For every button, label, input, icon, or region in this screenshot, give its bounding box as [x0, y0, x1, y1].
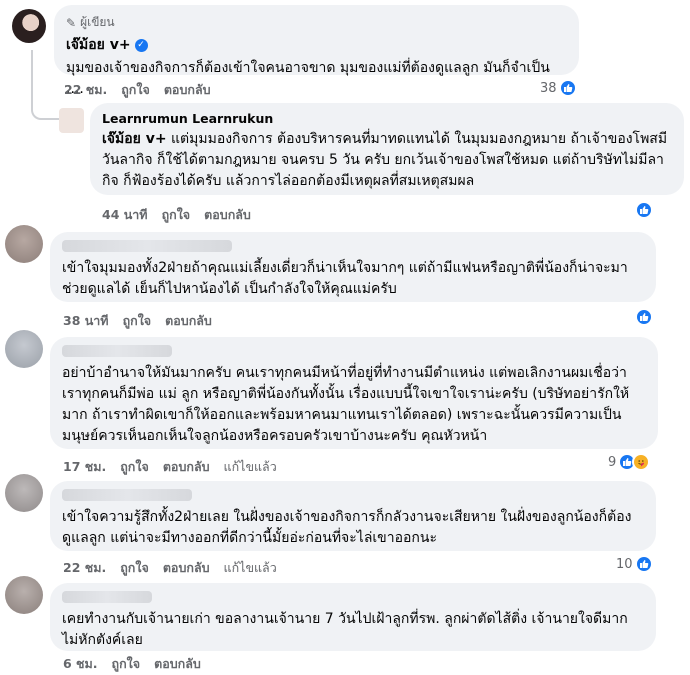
commenter-name-blurred — [62, 240, 232, 252]
reaction-summary[interactable] — [635, 201, 653, 219]
like-link[interactable]: ถูกใจ — [112, 654, 141, 674]
comment-actions: 38 นาที ถูกใจ ตอบกลับ — [63, 311, 212, 331]
thread-line — [31, 50, 59, 120]
reply-link[interactable]: ตอบกลับ — [164, 80, 211, 100]
commenter-name[interactable]: Learnrumun Learnrukun — [102, 111, 672, 126]
avatar[interactable] — [5, 225, 43, 263]
comment-text: เข้าใจมุมมองทั้ง2ฝ่ายถ้าคุณแม่เลี้ยงเดี่… — [62, 260, 628, 297]
avatar[interactable] — [5, 474, 43, 512]
like-link[interactable]: ถูกใจ — [123, 311, 152, 331]
verified-badge-icon: ✓ — [134, 38, 148, 52]
timestamp[interactable]: 22 ชม. — [64, 80, 107, 100]
comment-bubble: เข้าใจมุมมองทั้ง2ฝ่ายถ้าคุณแม่เลี้ยงเดี่… — [50, 232, 656, 302]
comment-actions: 22 ชม. ถูกใจ ตอบกลับ — [64, 80, 211, 100]
commenter-name-blurred — [62, 591, 152, 603]
comment-bubble: เคยทำงานกับเจ้านายเก่า ขอลางานเจ้านาย 7 … — [50, 583, 656, 651]
avatar[interactable] — [5, 330, 43, 368]
edited-label: แก้ไขแล้ว — [223, 459, 277, 474]
commenter-name-blurred — [62, 345, 172, 357]
care-reaction-icon — [632, 453, 651, 471]
comment-text: เข้าใจความรู้สึกทั้ง2ฝ่ายเลย ในฝั่งของเจ… — [62, 509, 632, 546]
comment-actions: 17 ชม. ถูกใจ ตอบกลับ แก้ไขแล้ว — [63, 457, 277, 477]
like-reaction-icon — [635, 308, 653, 326]
timestamp[interactable]: 6 ชม. — [63, 654, 98, 674]
comment-text: เคยทำงานกับเจ้านายเก่า ขอลางานเจ้านาย 7 … — [62, 611, 628, 648]
reaction-summary[interactable]: 9 — [608, 453, 651, 471]
reply-link[interactable]: ตอบกลับ — [204, 205, 251, 225]
commenter-name-blurred — [62, 489, 192, 501]
like-link[interactable]: ถูกใจ — [120, 558, 149, 578]
comment-bubble: อย่าบ้าอำนาจให้มันมากครับ คนเราทุกคนมีหน… — [50, 337, 658, 449]
mention-link[interactable]: เจ๊ม้อย v+ — [102, 131, 167, 147]
like-link[interactable]: ถูกใจ — [120, 457, 149, 477]
comment-text: เจ๊ม้อย v+ แต่มุมมองกิจการ ต้องบริหารคนท… — [102, 131, 668, 189]
avatar[interactable] — [59, 108, 84, 133]
pencil-icon: ✎ — [66, 15, 77, 30]
reply-link[interactable]: ตอบกลับ — [165, 311, 212, 331]
comment-bubble: เข้าใจความรู้สึกทั้ง2ฝ่ายเลย ในฝั่งของเจ… — [50, 481, 656, 551]
timestamp[interactable]: 22 ชม. — [63, 558, 106, 578]
avatar[interactable] — [5, 576, 43, 614]
timestamp[interactable]: 17 ชม. — [63, 457, 106, 477]
like-link[interactable]: ถูกใจ — [121, 80, 150, 100]
like-reaction-icon — [634, 555, 653, 573]
timestamp[interactable]: 38 นาที — [63, 311, 109, 331]
comment-bubble: Learnrumun Learnrukun เจ๊ม้อย v+ แต่มุมม… — [90, 103, 684, 195]
like-link[interactable]: ถูกใจ — [162, 205, 191, 225]
reply-link[interactable]: ตอบกลับ — [163, 457, 210, 477]
like-reaction-icon — [635, 201, 653, 219]
comment-text: อย่าบ้าอำนาจให้มันมากครับ คนเราทุกคนมีหน… — [62, 365, 630, 444]
reply-link[interactable]: ตอบกลับ — [154, 654, 201, 674]
commenter-name[interactable]: เจ๊ม้อย v+ — [66, 34, 131, 56]
comment-actions: 44 นาที ถูกใจ ตอบกลับ — [102, 205, 251, 225]
comment-actions: 22 ชม. ถูกใจ ตอบกลับ แก้ไขแล้ว — [63, 558, 277, 578]
reaction-summary[interactable]: 38 — [540, 79, 577, 97]
avatar[interactable] — [12, 9, 46, 43]
edited-label: แก้ไขแล้ว — [223, 560, 277, 575]
reply-link[interactable]: ตอบกลับ — [163, 558, 210, 578]
comment-bubble: ✎ ผู้เขียน เจ๊ม้อย v+ ✓ มุมของเจ้าของกิจ… — [54, 5, 579, 97]
timestamp[interactable]: 44 นาที — [102, 205, 148, 225]
like-reaction-icon — [558, 79, 577, 97]
reaction-summary[interactable]: 10 — [616, 555, 653, 573]
reaction-summary[interactable] — [635, 308, 653, 326]
author-badge: ✎ ผู้เขียน — [66, 15, 115, 30]
comment-actions: 6 ชม. ถูกใจ ตอบกลับ — [63, 654, 201, 674]
